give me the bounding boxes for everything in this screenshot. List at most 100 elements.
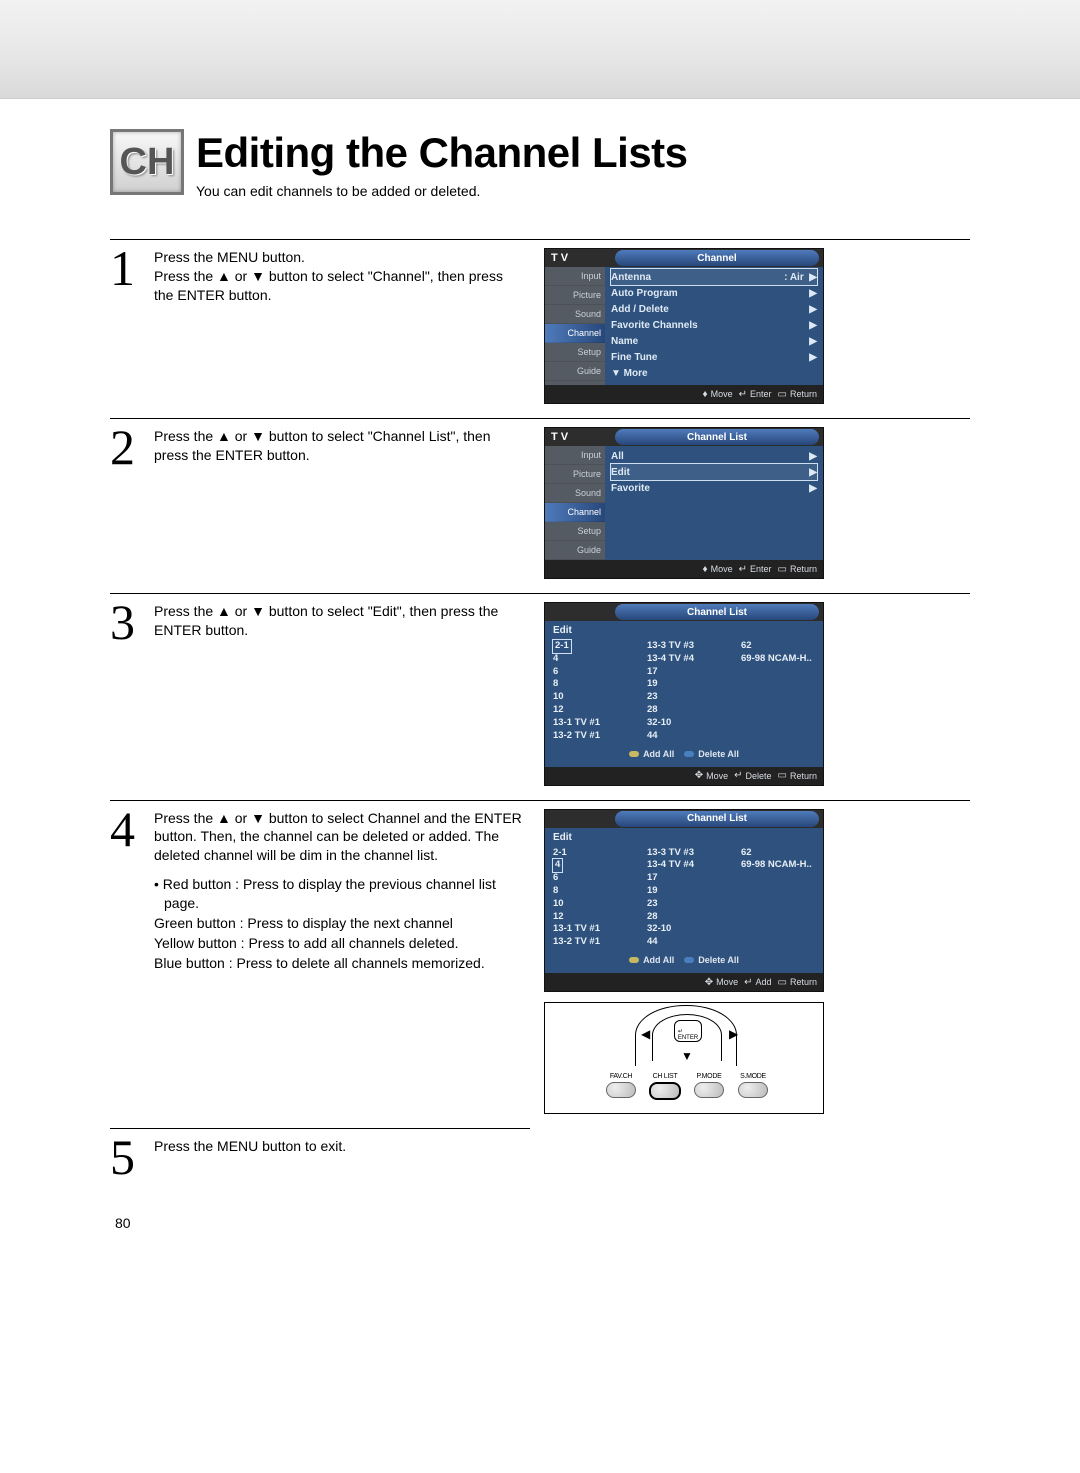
channel-entry: 13-1 TV #1: [553, 717, 627, 730]
osd-side-picture: Picture: [545, 286, 605, 305]
hint-enter: ↵Enter: [739, 389, 772, 400]
page-header-band: [0, 0, 1080, 99]
ch-badge-icon: CH: [110, 129, 184, 195]
channel-entry: 69-98 NCAM-H..: [741, 653, 815, 666]
channel-entry: 4: [553, 653, 627, 666]
delete-all-pill: Delete All: [684, 955, 739, 965]
step-text: Press the ▲ or ▼ button to select "Edit"…: [154, 602, 534, 640]
step-4: 4 Press the ▲ or ▼ button to select Chan…: [110, 800, 970, 1129]
channel-entry: 6: [553, 666, 627, 679]
add-all-pill: Add All: [629, 749, 674, 759]
channel-entry: 19: [647, 885, 721, 898]
osd-edit-label: Edit: [553, 832, 815, 843]
left-arrow-icon: ◀: [641, 1027, 650, 1041]
osd-sidebar: Input Picture Sound Channel Setup Guide: [545, 446, 605, 560]
channel-columns: 2-1468101213-1 TV #113-2 TV #1 13-3 TV #…: [553, 847, 815, 950]
remote-pmode-button: P.MODE: [691, 1073, 727, 1100]
osd-footer: ✥Move ↵Add ▭Return: [545, 973, 823, 991]
osd-side-channel: Channel: [545, 324, 605, 343]
osd-tv-label: T V: [545, 252, 611, 264]
step-1: 1 Press the MENU button. Press the ▲ or …: [110, 239, 970, 418]
heading-section: CH Editing the Channel Lists You can edi…: [110, 129, 970, 199]
channel-entry: 10: [553, 898, 627, 911]
channel-entry: 44: [647, 936, 721, 949]
osd-main: Antenna: Air ▶ Auto Program▶ Add / Delet…: [605, 267, 823, 385]
step-number: 3: [110, 602, 144, 642]
step-number: 4: [110, 809, 144, 849]
osd-channel-list-edit-delete: Channel List Edit 2-1468101213-1 TV #113…: [544, 602, 824, 786]
channel-entry: 13-2 TV #1: [553, 730, 627, 743]
step-2: 2 Press the ▲ or ▼ button to select "Cha…: [110, 418, 970, 593]
channel-entry: 13-3 TV #3: [647, 640, 721, 653]
osd-side-guide: Guide: [545, 362, 605, 381]
osd-edit-label: Edit: [553, 625, 815, 636]
osd-main: All▶ Edit▶ Favorite▶: [605, 446, 823, 560]
channel-entry: 13-4 TV #4: [647, 653, 721, 666]
channel-entry: 17: [647, 666, 721, 679]
osd-tab-title: Channel List: [615, 604, 819, 620]
channel-entry: 10: [553, 691, 627, 704]
document-page: CH Editing the Channel Lists You can edi…: [0, 0, 1080, 1271]
osd-side-sound: Sound: [545, 305, 605, 324]
channel-entry: 4: [553, 859, 562, 872]
step-3: 3 Press the ▲ or ▼ button to select "Edi…: [110, 593, 970, 800]
channel-entry: 8: [553, 885, 627, 898]
channel-entry: 62: [741, 847, 815, 860]
remote-favch-button: FAV.CH: [603, 1073, 639, 1100]
step-text: Press the ▲ or ▼ button to select Channe…: [154, 809, 534, 973]
channel-entry: 32-10: [647, 717, 721, 730]
down-arrow-icon: ▼: [681, 1049, 693, 1063]
channel-entry: 19: [647, 678, 721, 691]
step-number: 1: [110, 248, 144, 288]
channel-entry: 44: [647, 730, 721, 743]
remote-chlist-button: CH LIST: [647, 1073, 683, 1100]
channel-entry: 13-2 TV #1: [553, 936, 627, 949]
right-arrow-icon: ▶: [729, 1027, 738, 1041]
channel-entry: 28: [647, 911, 721, 924]
channel-entry: 23: [647, 898, 721, 911]
channel-entry: 69-98 NCAM-H..: [741, 859, 815, 872]
step-5: 5 Press the MENU button to exit.: [110, 1128, 530, 1191]
step-text: Press the MENU button. Press the ▲ or ▼ …: [154, 248, 534, 305]
channel-entry: 23: [647, 691, 721, 704]
remote-diagram: ↵ENTER ◀ ▶ ▼ FAV.CH CH LIST P.MODE S.MOD…: [544, 1002, 824, 1114]
osd-footer: ✥Move ↵Delete ▭Return: [545, 767, 823, 785]
channel-entry: 28: [647, 704, 721, 717]
page-subtitle: You can edit channels to be added or del…: [196, 183, 970, 199]
step-text: Press the MENU button to exit.: [154, 1137, 530, 1156]
channel-entry: 13-1 TV #1: [553, 923, 627, 936]
channel-entry: 32-10: [647, 923, 721, 936]
channel-entry: 12: [553, 911, 627, 924]
osd-footer: ♦Move ↵Enter ▭Return: [545, 385, 823, 403]
osd-channel-list-edit-add: Channel List Edit 2-1468101213-1 TV #113…: [544, 809, 824, 993]
hint-move: ♦Move: [703, 389, 733, 400]
delete-all-pill: Delete All: [684, 749, 739, 759]
channel-entry: 13-4 TV #4: [647, 859, 721, 872]
enter-button-icon: ↵ENTER: [674, 1020, 702, 1042]
channel-entry: 13-3 TV #3: [647, 847, 721, 860]
page-number: 80: [115, 1215, 131, 1231]
page-title: Editing the Channel Lists: [196, 129, 970, 177]
channel-entry: 12: [553, 704, 627, 717]
add-all-pill: Add All: [629, 955, 674, 965]
step-number: 5: [110, 1137, 144, 1177]
channel-entry: 2-1: [553, 847, 627, 860]
osd-tab-title: Channel List: [615, 811, 819, 827]
osd-tab-title: Channel List: [615, 429, 819, 445]
osd-channel-menu: T V Channel Input Picture Sound Channel …: [544, 248, 824, 404]
channel-entry: 8: [553, 678, 627, 691]
hint-return: ▭Return: [778, 389, 817, 400]
osd-channel-list-menu: T V Channel List Input Picture Sound Cha…: [544, 427, 824, 579]
osd-tab-title: Channel: [615, 250, 819, 266]
osd-tv-label: T V: [545, 431, 611, 443]
osd-sidebar: Input Picture Sound Channel Setup Guide: [545, 267, 605, 385]
channel-entry: 17: [647, 872, 721, 885]
step-number: 2: [110, 427, 144, 467]
osd-side-setup: Setup: [545, 343, 605, 362]
osd-side-input: Input: [545, 267, 605, 286]
channel-columns: 2-1468101213-1 TV #113-2 TV #1 13-3 TV #…: [553, 640, 815, 743]
channel-entry: 2-1: [553, 640, 571, 653]
remote-smode-button: S.MODE: [735, 1073, 771, 1100]
channel-entry: 62: [741, 640, 815, 653]
step-text: Press the ▲ or ▼ button to select "Chann…: [154, 427, 534, 465]
